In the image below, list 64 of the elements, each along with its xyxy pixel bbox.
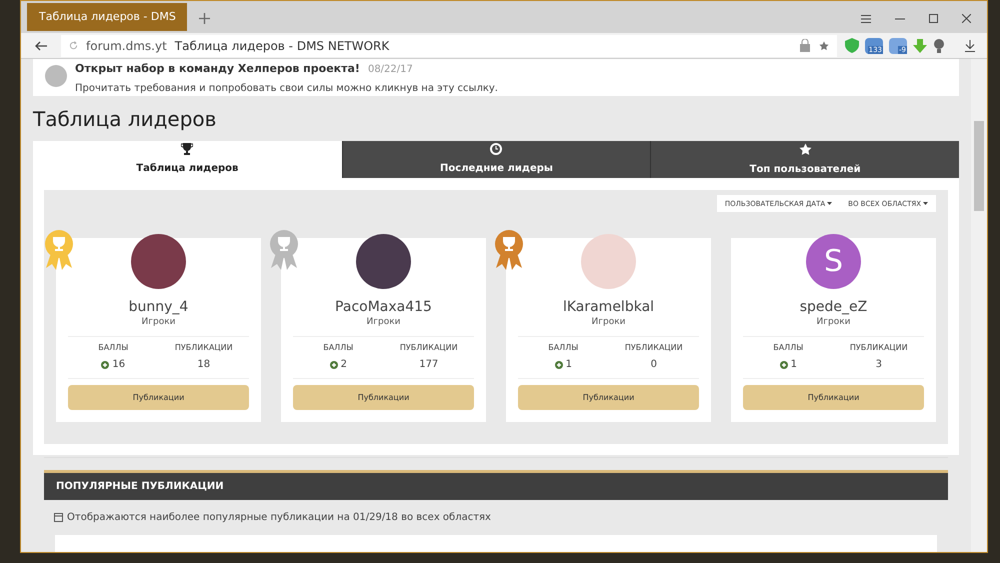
plus-circle-icon xyxy=(101,360,110,369)
lock-icon xyxy=(799,38,811,52)
popular-info: Отображаются наиболее популярные публикации на 01/29/18 во всех областях xyxy=(67,510,491,525)
page-heading: Таблица лидеров xyxy=(33,106,218,133)
posts-value: 177 xyxy=(418,358,440,372)
star-icon xyxy=(798,142,812,156)
plus-circle-icon xyxy=(330,360,338,369)
stat-label: БАЛЛЫ xyxy=(97,342,130,354)
address-bar[interactable]: forum.dms.yt Таблица лидеров - DMS NETWORK xyxy=(61,34,837,56)
posts-value: 18 xyxy=(196,358,212,372)
browser-tab[interactable]: Таблица лидеров - DMS xyxy=(27,3,187,31)
download-icon[interactable] xyxy=(965,40,975,52)
user-name[interactable]: PacoMaxa415 xyxy=(335,298,432,316)
section-title: ПОПУЛЯРНЫЕ ПУБЛИКАЦИИ xyxy=(56,480,224,494)
stat-label: БАЛЛЫ xyxy=(322,342,354,354)
publications-button[interactable]: Публикации xyxy=(743,385,924,410)
maximize-icon[interactable] xyxy=(929,14,938,23)
minimize-icon[interactable] xyxy=(895,18,905,20)
menu-icon[interactable] xyxy=(861,14,871,22)
publications-button[interactable]: Публикации xyxy=(518,385,699,410)
user-group: Игроки xyxy=(816,316,850,328)
avatar-letter: S xyxy=(806,234,861,290)
posts-value: 0 xyxy=(650,358,658,372)
plus-circle-icon xyxy=(780,360,788,369)
stat-label: ПУБЛИКАЦИИ xyxy=(398,342,459,354)
calendar-icon xyxy=(54,512,63,522)
stat-label: ПУБЛИКАЦИИ xyxy=(624,342,684,354)
caret-icon xyxy=(923,202,928,206)
caret-icon xyxy=(827,202,832,206)
stat-label: БАЛЛЫ xyxy=(547,342,580,354)
publications-button[interactable]: Публикации xyxy=(293,385,474,410)
publications-button[interactable]: Публикации xyxy=(68,385,249,410)
stat-label: ПУБЛИКАЦИИ xyxy=(848,342,909,354)
close-icon[interactable] xyxy=(962,14,971,23)
stat-label: БАЛЛЫ xyxy=(772,342,804,354)
plus-circle-icon xyxy=(554,360,563,369)
user-name[interactable]: lKaramelbkal xyxy=(562,298,654,316)
user-group: Игроки xyxy=(366,316,400,328)
user-group: Игроки xyxy=(142,316,176,328)
star-icon[interactable] xyxy=(819,40,829,50)
lightbulb-icon[interactable] xyxy=(933,38,945,52)
notice-title[interactable]: Открыт набор в команду Хелперов проекта! xyxy=(75,61,360,78)
page-title: Таблица лидеров - DMS NETWORK xyxy=(174,38,390,54)
notice-text: Прочитать требования и попробовать свои силы можно кликнув на эту ссылку. xyxy=(75,82,498,96)
tab[interactable]: Таблица лидеров xyxy=(33,140,342,178)
new-tab-icon[interactable] xyxy=(199,13,210,24)
tab[interactable]: Топ пользователей xyxy=(650,140,959,178)
points-value: 16 xyxy=(112,358,126,372)
user-group: Игроки xyxy=(592,316,626,328)
tab-title: Таблица лидеров - DMS xyxy=(39,8,176,25)
trophy-icon xyxy=(181,143,194,156)
scrollbar[interactable] xyxy=(971,59,987,552)
user-name[interactable]: spede_eZ xyxy=(800,298,868,316)
posts-value: 3 xyxy=(874,358,883,372)
points-value: 1 xyxy=(790,358,797,372)
tab[interactable]: Последние лидеры xyxy=(342,140,650,178)
points-value: 2 xyxy=(340,358,347,372)
back-icon[interactable] xyxy=(35,40,47,50)
url-host: forum.dms.yt xyxy=(86,38,167,54)
points-value: 1 xyxy=(566,358,572,372)
user-name[interactable]: bunny_4 xyxy=(128,298,188,316)
stat-label: ПУБЛИКАЦИИ xyxy=(174,342,234,354)
clock-icon xyxy=(490,143,502,156)
notice-date: 08/22/17 xyxy=(368,63,413,77)
